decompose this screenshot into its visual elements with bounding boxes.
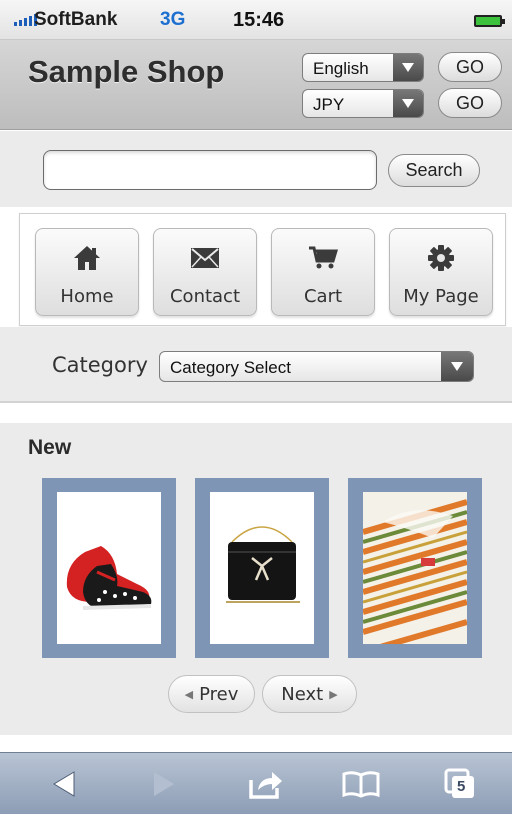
network-type: 3G [160, 9, 186, 30]
nav-mypage-label: My Page [403, 286, 479, 307]
product-card[interactable] [348, 478, 482, 658]
tab-count: 5 [457, 778, 466, 795]
next-label: Next [281, 683, 324, 705]
nav-home-label: Home [60, 286, 114, 307]
search-input[interactable] [43, 150, 377, 190]
main-nav: Home Contact Cart My Page [19, 213, 506, 326]
currency-go-button[interactable]: GO [438, 88, 502, 118]
product-card[interactable] [42, 478, 176, 658]
striped-shirt-image [363, 492, 467, 644]
chevron-down-icon [441, 352, 473, 381]
new-items-section: New ◀ Prev Next ▶ [0, 423, 512, 735]
chevron-down-icon [393, 90, 423, 117]
language-select[interactable]: English [302, 53, 424, 82]
status-bar: SoftBank 3G 15:46 [0, 0, 512, 40]
nav-contact-button[interactable]: Contact [153, 228, 257, 316]
nav-cart-button[interactable]: Cart [271, 228, 375, 316]
nav-mypage-button[interactable]: My Page [389, 228, 493, 316]
category-select-value: Category Select [170, 358, 291, 377]
home-icon [36, 243, 138, 273]
mail-icon [154, 243, 256, 273]
category-bar: Category Category Select [0, 327, 512, 403]
red-shoes-image [57, 492, 161, 644]
chevron-down-icon [393, 54, 423, 81]
carrier-name: SoftBank [34, 9, 118, 30]
language-select-value: English [313, 59, 369, 78]
shop-header: Sample Shop English GO JPY GO [0, 40, 512, 130]
currency-select-value: JPY [313, 95, 345, 114]
search-button[interactable]: Search [388, 154, 480, 187]
language-go-button[interactable]: GO [438, 52, 502, 82]
product-card[interactable] [195, 478, 329, 658]
black-handbag-image [210, 492, 314, 644]
nav-home-button[interactable]: Home [35, 228, 139, 316]
back-icon[interactable] [44, 765, 84, 803]
bookmarks-icon[interactable] [341, 765, 381, 803]
chevron-left-icon: ◀ [184, 687, 194, 701]
browser-toolbar: 5 [0, 752, 512, 814]
gear-icon [390, 243, 492, 273]
currency-select[interactable]: JPY [302, 89, 424, 118]
category-select[interactable]: Category Select [159, 351, 474, 382]
prev-label: Prev [199, 683, 239, 705]
nav-contact-label: Contact [169, 286, 241, 307]
chevron-right-icon: ▶ [329, 687, 338, 701]
section-title: New [28, 436, 72, 459]
category-label: Category [52, 353, 148, 377]
next-button[interactable]: Next ▶ [262, 675, 357, 713]
prev-button[interactable]: ◀ Prev [168, 675, 255, 713]
share-icon[interactable] [246, 765, 286, 803]
forward-icon[interactable] [144, 765, 184, 803]
tabs-icon[interactable]: 5 [440, 765, 480, 803]
search-bar: Search [0, 131, 512, 207]
battery-icon [474, 15, 505, 27]
nav-cart-label: Cart [303, 286, 343, 307]
cart-icon [272, 243, 374, 273]
page-title: Sample Shop [28, 54, 225, 89]
status-time: 15:46 [233, 9, 285, 31]
